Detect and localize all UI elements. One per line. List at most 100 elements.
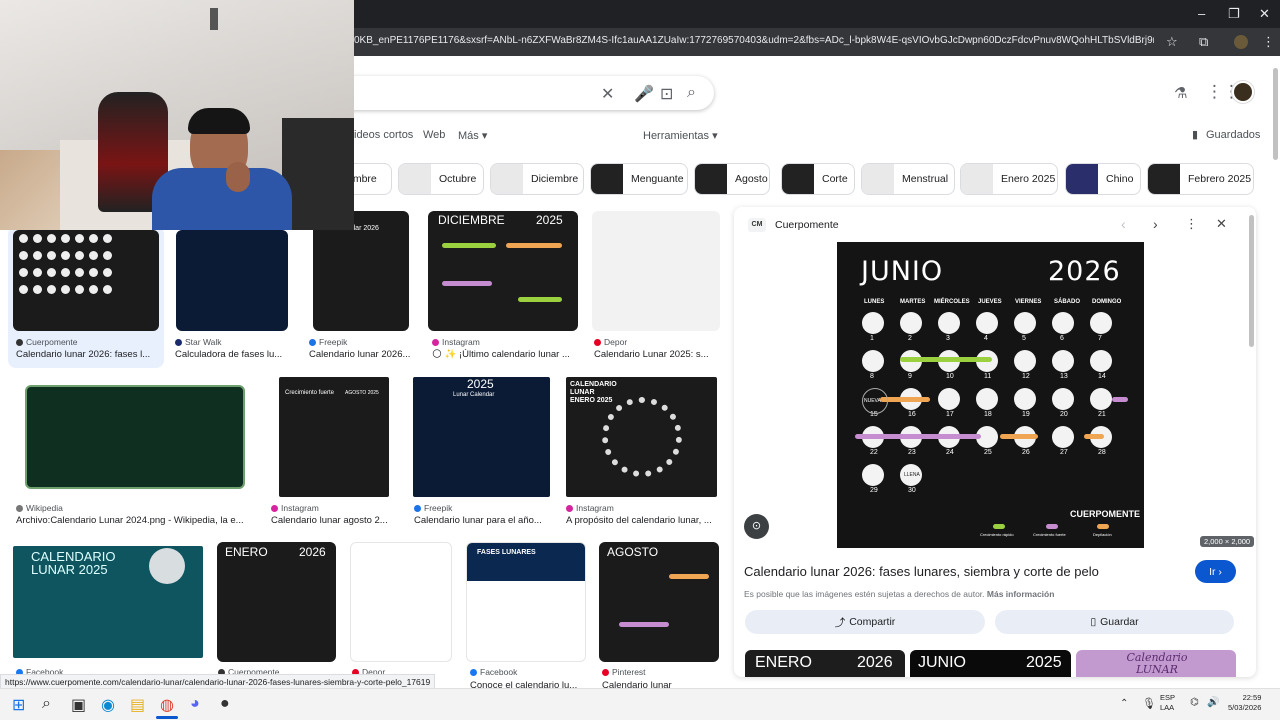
result-source: Instagram — [432, 337, 480, 347]
result-image[interactable] — [176, 230, 288, 331]
input-language[interactable]: ESP LAA — [1160, 693, 1175, 713]
chrome-icon[interactable]: ◍ — [160, 695, 174, 715]
day-number: 2 — [908, 335, 912, 342]
result-image[interactable]: CALENDARIO LUNAR 2025 — [13, 546, 203, 658]
related-image[interactable]: Calendario LUNAR — [1076, 650, 1236, 677]
close-window-icon[interactable]: ✕ — [1259, 6, 1270, 22]
search-icon[interactable]: ⌕ — [687, 84, 696, 102]
edge-icon[interactable]: ◉ — [101, 695, 115, 715]
more-info-link[interactable]: Más información — [987, 589, 1055, 599]
app-icon[interactable]: ● — [220, 695, 230, 713]
save-button[interactable]: ▯ Guardar — [995, 610, 1234, 634]
chip-menguante[interactable]: Menguante — [590, 163, 688, 195]
lens-search-icon[interactable]: ⊡ — [660, 84, 673, 104]
thumb-text: AGOSTO 2025 — [345, 390, 379, 396]
result-image[interactable]: CALENDARIO LUNAR ENERO 2025 — [566, 377, 717, 497]
result-title[interactable]: Calendario Lunar 2025: s... — [594, 349, 716, 360]
related-image[interactable]: JUNIO 2025 — [910, 650, 1071, 677]
labs-flask-icon[interactable]: ⚗ — [1174, 84, 1187, 102]
result-title[interactable]: Archivo:Calendario Lunar 2024.png - Wiki… — [16, 515, 252, 526]
person-shirt — [152, 168, 292, 230]
chip-diciembre[interactable]: Diciembre — [490, 163, 584, 195]
chip-enero-2025[interactable]: Enero 2025 — [960, 163, 1058, 195]
clear-search-icon[interactable]: ✕ — [601, 84, 614, 104]
panel-title[interactable]: Calendario lunar 2026: fases lunares, si… — [744, 564, 1099, 579]
result-title[interactable]: Calendario lunar 2026: fases l... — [16, 349, 156, 360]
go-button[interactable]: Ir › — [1195, 560, 1236, 583]
moon-phase — [976, 312, 998, 334]
moon-phase — [862, 312, 884, 334]
restore-icon[interactable]: ❐ — [1228, 6, 1240, 22]
result-title[interactable]: Calendario lunar 2026... — [309, 349, 419, 360]
profile-avatar[interactable] — [1234, 35, 1248, 49]
clock[interactable]: 22:59 5/03/2026 — [1228, 693, 1261, 713]
result-title[interactable]: Calculadora de fases lu... — [175, 349, 290, 360]
result-title[interactable]: Calendario lunar para el año... — [414, 515, 552, 526]
growth-strong-bar — [1112, 397, 1128, 402]
next-arrow-icon[interactable]: › — [1153, 216, 1158, 232]
network-icon[interactable]: ⌬ — [1190, 697, 1199, 708]
file-explorer-icon[interactable]: ▤ — [130, 695, 145, 715]
microphone-icon[interactable]: 🎙 — [1142, 697, 1156, 710]
tab-videos-cortos[interactable]: ideos cortos — [354, 129, 413, 141]
prev-arrow-icon[interactable]: ‹ — [1121, 216, 1126, 232]
moon-row — [13, 230, 159, 247]
chrome-menu-icon[interactable]: ⋮ — [1262, 34, 1275, 50]
related-image[interactable]: ENERO 2026 — [745, 650, 905, 677]
tray-chevron-icon[interactable]: ⌃ — [1120, 698, 1128, 709]
tab-web[interactable]: Web — [423, 129, 445, 141]
thumb-text: DICIEMBRE — [438, 213, 505, 227]
moon-phase — [938, 312, 960, 334]
result-title[interactable]: Calendario lunar agosto 2... — [271, 515, 393, 526]
panel-source[interactable]: Cuerpomente — [775, 219, 839, 231]
result-image[interactable] — [350, 542, 452, 662]
saved-button[interactable]: Guardados — [1206, 129, 1260, 141]
result-image[interactable]: Crecimiento fuerte AGOSTO 2025 — [279, 377, 389, 497]
panel-scrollbar[interactable] — [1249, 215, 1254, 347]
page-scrollbar[interactable] — [1273, 68, 1278, 160]
chip-corte[interactable]: Corte — [781, 163, 855, 195]
result-title[interactable]: 🌕 ✨ ¡Último calendario lunar ... — [432, 349, 577, 360]
day-number: 17 — [946, 411, 954, 418]
more-options-icon[interactable]: ⋮ — [1185, 216, 1198, 232]
result-image[interactable]: DICIEMBRE 2025 — [428, 211, 578, 331]
task-view-icon[interactable]: ▣ — [71, 695, 86, 715]
chip-chino[interactable]: Chino — [1065, 163, 1141, 195]
volume-icon[interactable]: 🔊 — [1207, 697, 1219, 708]
chip-febrero-2025[interactable]: Febrero 2025 — [1147, 163, 1254, 195]
result-image[interactable] — [13, 230, 159, 331]
discord-icon[interactable]: ◕ — [190, 695, 200, 713]
result-image[interactable] — [592, 211, 720, 331]
result-image[interactable]: FASES LUNARES — [466, 542, 586, 662]
webcam-overlay — [0, 0, 354, 230]
result-image[interactable]: AGOSTO — [599, 542, 719, 662]
close-panel-icon[interactable]: ✕ — [1216, 216, 1227, 232]
extensions-icon[interactable]: ⧉ — [1199, 34, 1208, 50]
share-button[interactable]: ⤴ Compartir — [745, 610, 985, 634]
chip-thumbnail — [782, 164, 814, 194]
tab-mas[interactable]: Más ▾ — [458, 129, 487, 142]
search-icon[interactable]: ⌕ — [42, 695, 51, 713]
day-number: 21 — [1098, 411, 1106, 418]
result-image[interactable]: 2025 Lunar Calendar — [413, 377, 550, 497]
result-image[interactable] — [25, 385, 245, 489]
windows-start-icon[interactable]: ⊞ — [12, 695, 25, 715]
day-number: 9 — [908, 373, 912, 380]
day-number: 6 — [1060, 335, 1064, 342]
lens-visual-search-icon[interactable]: ⊙ — [744, 514, 769, 539]
day-name: MIÉRCOLES — [934, 299, 970, 305]
chip-octubre[interactable]: Octubre — [398, 163, 484, 195]
url-text[interactable]: 0KB_enPE1176PE1176&sxsrf=ANbL-n6ZXFWaBr8… — [354, 35, 1154, 46]
voice-search-icon[interactable]: 🎤 — [634, 84, 654, 104]
minimize-icon[interactable]: – — [1198, 6, 1205, 21]
chip-agosto[interactable]: Agosto — [694, 163, 770, 195]
highlight-bar — [442, 243, 496, 248]
search-input[interactable] — [330, 76, 714, 110]
bookmark-star-icon[interactable]: ☆ — [1166, 34, 1178, 50]
tools-button[interactable]: Herramientas ▾ — [643, 129, 718, 142]
result-title[interactable]: A propósito del calendario lunar, ... — [566, 515, 718, 526]
chip-menstrual[interactable]: Menstrual — [861, 163, 955, 195]
account-avatar[interactable] — [1232, 81, 1254, 103]
result-image[interactable]: ENERO 2026 — [217, 542, 336, 662]
growth-strong-bar — [855, 434, 981, 439]
